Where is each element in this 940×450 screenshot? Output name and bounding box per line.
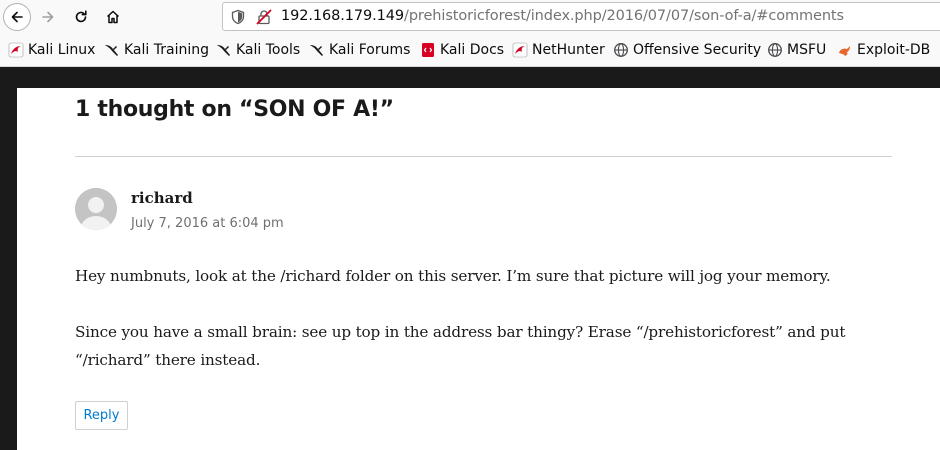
- kali-linux-icon: [8, 42, 24, 58]
- bookmark-kali-linux[interactable]: Kali Linux: [8, 41, 95, 59]
- kali-dragon-icon: [310, 45, 323, 56]
- bookmark-label: NetHunter: [532, 42, 605, 58]
- bookmark-kali-tools[interactable]: Kali Tools: [216, 41, 300, 59]
- forward-button[interactable]: [34, 3, 62, 31]
- default-avatar-icon: [75, 188, 117, 230]
- reply-button[interactable]: Reply: [75, 401, 128, 430]
- url-path: /prehistoricforest/index.php/2016/07/07/…: [404, 8, 844, 24]
- forward-arrow-icon: [42, 11, 54, 23]
- page-content: 1 thought on “SON OF A!” richard July 7,…: [17, 88, 940, 450]
- url-text[interactable]: 192.168.179.149/prehistoricforest/index.…: [281, 8, 844, 24]
- comment-date[interactable]: July 7, 2016 at 6:04 pm: [131, 216, 284, 231]
- bookmark-msfu[interactable]: MSFU: [767, 41, 826, 59]
- kali-dragon-icon: [105, 45, 118, 56]
- comment-paragraph: Since you have a small brain: see up top…: [75, 323, 846, 369]
- reload-icon: [75, 10, 87, 23]
- comments-title: 1 thought on “SON OF A!”: [75, 97, 394, 122]
- divider: [75, 156, 892, 157]
- bookmark-label: Kali Linux: [28, 42, 96, 58]
- globe-icon: [614, 43, 628, 57]
- address-bar[interactable]: 192.168.179.149/prehistoricforest/index.…: [222, 2, 940, 31]
- reload-button[interactable]: [67, 3, 95, 31]
- home-icon: [106, 10, 120, 24]
- bookmark-label: Offensive Security: [633, 42, 762, 58]
- tracking-shield-icon[interactable]: [230, 9, 246, 25]
- back-arrow-icon: [11, 11, 23, 23]
- home-button[interactable]: [99, 3, 127, 31]
- avatar: [75, 188, 117, 230]
- bookmark-kali-docs[interactable]: Kali Docs: [420, 41, 504, 59]
- url-host: 192.168.179.149: [281, 8, 405, 24]
- bookmark-label: Exploit-DB: [857, 42, 931, 58]
- bookmark-offensive-security[interactable]: Offensive Security: [613, 41, 761, 59]
- bookmark-label: Kali Tools: [236, 42, 301, 58]
- comment-paragraph: Hey numbnuts, look at the /richard folde…: [75, 267, 831, 285]
- back-button[interactable]: [3, 3, 31, 31]
- bookmark-label: Kali Forums: [329, 42, 411, 58]
- nethunter-icon: [512, 42, 528, 58]
- insecure-lock-icon[interactable]: [256, 9, 272, 25]
- comment-author[interactable]: richard: [131, 189, 193, 207]
- globe-icon: [768, 43, 782, 57]
- bookmarks-toolbar: Kali Linux Kali Training Kali Tools Kali…: [0, 33, 940, 67]
- exploit-db-icon: [839, 46, 850, 56]
- kali-dragon-icon: [217, 45, 230, 56]
- bookmark-label: Kali Docs: [440, 42, 505, 58]
- bookmark-nethunter[interactable]: NetHunter: [512, 41, 605, 59]
- bookmark-kali-training[interactable]: Kali Training: [104, 41, 209, 59]
- browser-toolbar: 192.168.179.149/prehistoricforest/index.…: [0, 0, 940, 33]
- bookmark-kali-forums[interactable]: Kali Forums: [309, 41, 410, 59]
- bookmark-exploit-db[interactable]: Exploit-DB: [837, 41, 930, 59]
- bookmark-label: Kali Training: [124, 42, 209, 58]
- kali-docs-icon: [422, 43, 434, 57]
- bookmark-label: MSFU: [787, 42, 827, 58]
